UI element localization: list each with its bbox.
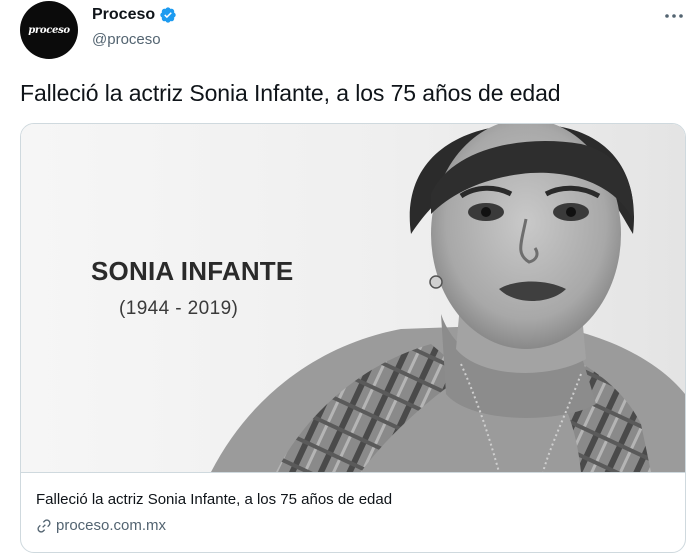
card-domain-row[interactable]: proceso.com.mx [36, 517, 166, 534]
more-options-icon[interactable] [662, 6, 686, 26]
verified-badge-icon [159, 6, 177, 24]
avatar-logo-text: proceso [28, 24, 70, 36]
card-divider [21, 472, 685, 473]
avatar[interactable]: proceso [20, 1, 78, 59]
handle[interactable]: @proceso [92, 31, 161, 48]
link-card[interactable]: SONIA INFANTE (1944 - 2019) Falleció la … [20, 123, 686, 553]
display-name[interactable]: Proceso [92, 6, 155, 24]
tweet-text: Falleció la actriz Sonia Infante, a los … [20, 80, 561, 106]
image-headline: SONIA INFANTE [91, 256, 294, 286]
tweet[interactable]: proceso Proceso @proceso Falleció la act… [0, 0, 700, 559]
card-image[interactable]: SONIA INFANTE (1944 - 2019) [21, 124, 685, 472]
card-title[interactable]: Falleció la actriz Sonia Infante, a los … [36, 491, 392, 508]
image-years: (1944 - 2019) [119, 298, 239, 319]
card-domain[interactable]: proceso.com.mx [56, 517, 166, 534]
author-name-row: Proceso [92, 6, 177, 24]
link-icon [36, 518, 52, 534]
